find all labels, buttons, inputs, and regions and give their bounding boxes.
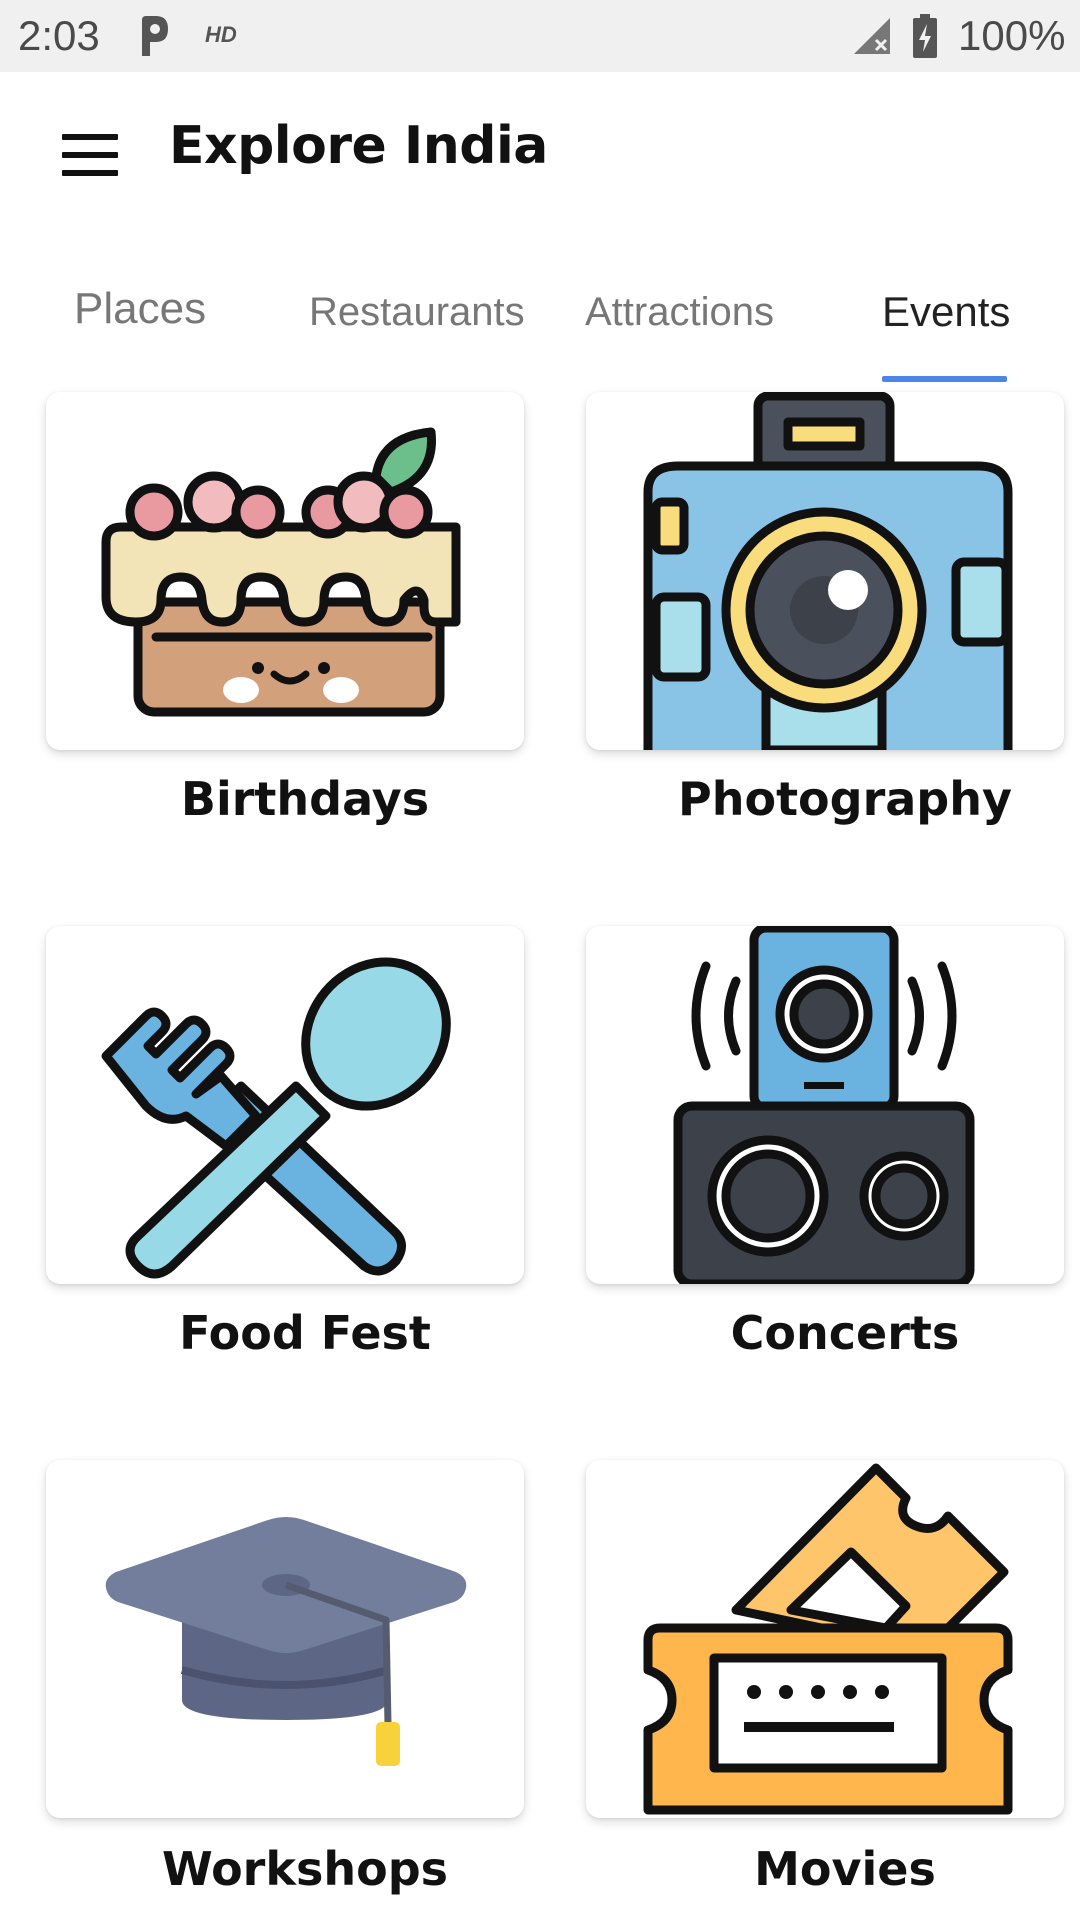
event-label-photography[interactable]: Photography [606,772,1080,826]
event-card-concerts[interactable] [586,926,1064,1284]
battery-charging-icon [913,14,937,58]
parking-icon [142,16,168,56]
event-label-food-fest[interactable]: Food Fest [66,1306,544,1360]
tab-places[interactable]: Places [74,284,206,334]
tab-attractions[interactable]: Attractions [585,290,774,335]
tab-bar: Places Restaurants Attractions Events [0,270,1080,386]
event-card-photography[interactable] [586,392,1064,750]
event-label-birthdays[interactable]: Birthdays [66,772,544,826]
event-card-food-fest[interactable] [46,926,524,1284]
hamburger-menu-icon[interactable] [62,134,118,176]
app-bar: Explore India [0,72,1080,232]
camera-icon [643,392,1013,750]
signal-icon [854,18,890,54]
tab-events[interactable]: Events [882,288,1010,336]
status-bar: 2:03 HD 100% [0,0,1080,72]
tab-indicator [882,376,1007,382]
event-card-movies[interactable] [586,1460,1064,1818]
movie-tickets-icon [643,1463,1013,1815]
event-label-concerts[interactable]: Concerts [606,1306,1080,1360]
graduation-cap-icon [105,1517,467,1766]
tab-restaurants[interactable]: Restaurants [309,290,525,335]
event-label-workshops[interactable]: Workshops [66,1842,544,1896]
status-time: 2:03 [18,12,100,59]
event-card-workshops[interactable] [46,1460,524,1818]
event-label-movies[interactable]: Movies [606,1842,1080,1896]
speakers-icon [673,926,975,1284]
battery-percentage: 100% [958,12,1066,59]
birthday-cake-icon [101,427,461,717]
hd-indicator: HD [205,22,237,47]
event-card-birthdays[interactable] [46,392,524,750]
app-title: Explore India [169,116,548,176]
fork-spoon-icon [101,957,451,1279]
